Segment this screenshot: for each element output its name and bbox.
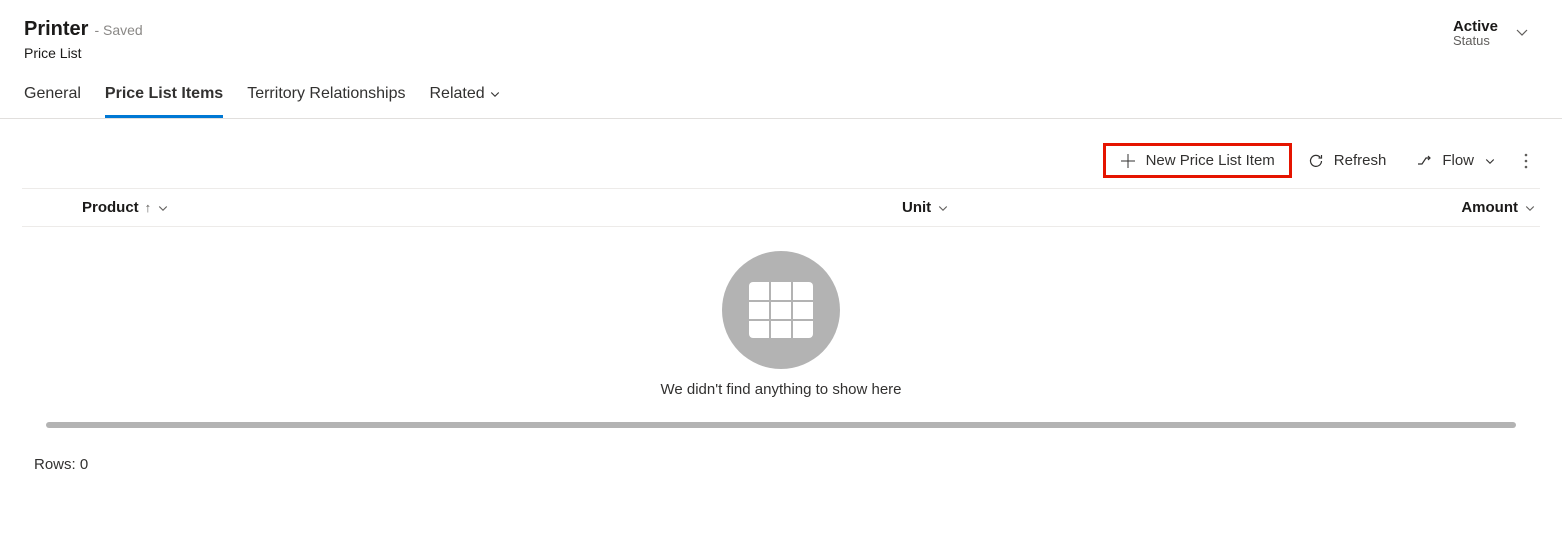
empty-state: We didn't find anything to show here: [22, 227, 1540, 410]
grid-empty-icon: [722, 251, 840, 369]
flow-label: Flow: [1442, 152, 1474, 169]
chevron-down-icon: [937, 202, 949, 214]
chevron-down-icon: [157, 202, 169, 214]
grid-footer: Rows: 0: [22, 428, 1540, 473]
column-amount-label: Amount: [1461, 199, 1518, 216]
flow-icon: [1416, 153, 1432, 169]
grid-header-row: Product ↑ Unit Amount: [22, 189, 1540, 227]
column-product-label: Product: [82, 199, 139, 216]
more-commands-button[interactable]: [1512, 147, 1540, 175]
status-field[interactable]: Active Status: [1453, 18, 1498, 48]
column-header-unit[interactable]: Unit: [902, 199, 1382, 216]
tab-list: General Price List Items Territory Relat…: [0, 61, 1562, 119]
sort-ascending-icon: ↑: [145, 200, 152, 215]
save-status: - Saved: [94, 22, 142, 38]
refresh-button[interactable]: Refresh: [1294, 144, 1401, 177]
empty-state-message: We didn't find anything to show here: [660, 381, 901, 398]
tab-general[interactable]: General: [24, 85, 81, 118]
more-vertical-icon: [1524, 153, 1528, 169]
row-count-label: Rows: 0: [34, 456, 88, 473]
tab-territory-relationships[interactable]: Territory Relationships: [247, 85, 405, 118]
chevron-down-icon[interactable]: [1514, 24, 1530, 40]
tab-related[interactable]: Related: [429, 85, 500, 118]
column-unit-label: Unit: [902, 199, 931, 216]
column-header-product[interactable]: Product ↑: [82, 199, 902, 216]
flow-button[interactable]: Flow: [1402, 144, 1510, 177]
refresh-label: Refresh: [1334, 152, 1387, 169]
chevron-down-icon: [1524, 202, 1536, 214]
new-price-list-item-button[interactable]: New Price List Item: [1103, 143, 1292, 178]
new-item-label: New Price List Item: [1146, 152, 1275, 169]
subgrid-toolbar: New Price List Item Refresh Flow: [22, 135, 1540, 189]
page-title: Printer: [24, 18, 88, 41]
chevron-down-icon: [489, 88, 501, 100]
column-header-amount[interactable]: Amount: [1382, 199, 1540, 216]
tab-related-label: Related: [429, 85, 484, 103]
tab-price-list-items[interactable]: Price List Items: [105, 85, 223, 118]
chevron-down-icon: [1484, 155, 1496, 167]
refresh-icon: [1308, 153, 1324, 169]
entity-type-label: Price List: [24, 45, 143, 61]
status-label: Status: [1453, 33, 1490, 48]
plus-icon: [1120, 153, 1136, 169]
